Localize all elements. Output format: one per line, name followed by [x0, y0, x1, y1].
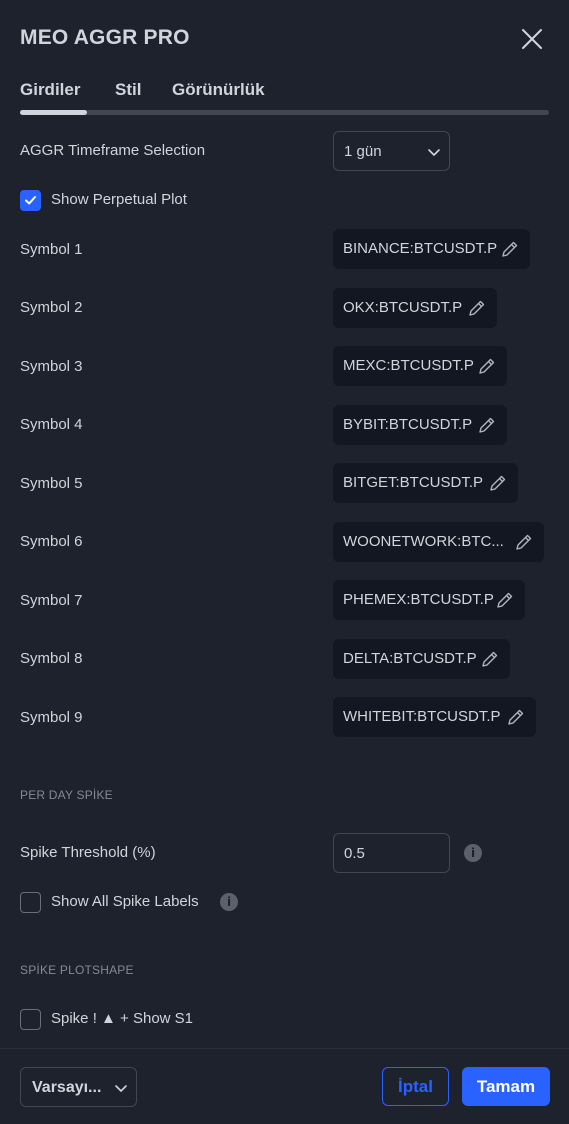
- checkmark-icon: [25, 196, 36, 205]
- pencil-icon[interactable]: [477, 356, 497, 376]
- timeframe-select[interactable]: 1 gün: [333, 131, 450, 171]
- symbol-5-field[interactable]: BITGET:BTCUSDT.P: [333, 463, 518, 503]
- pencil-icon[interactable]: [500, 239, 520, 259]
- tab-track: [20, 110, 549, 115]
- show-all-spike-labels-checkbox[interactable]: [20, 892, 41, 913]
- pencil-icon[interactable]: [467, 298, 487, 318]
- symbol-6-label: Symbol 6: [20, 533, 83, 550]
- tab-style[interactable]: Stil: [115, 80, 141, 100]
- symbol-4-label: Symbol 4: [20, 416, 83, 433]
- pencil-icon[interactable]: [514, 532, 534, 552]
- pencil-icon[interactable]: [495, 590, 515, 610]
- spike-threshold-label: Spike Threshold (%): [20, 844, 156, 861]
- symbol-9-value: WHITEBIT:BTCUSDT.P: [343, 708, 501, 725]
- ok-button[interactable]: Tamam: [462, 1067, 550, 1106]
- timeframe-value: 1 gün: [344, 143, 382, 160]
- symbol-2-field[interactable]: OKX:BTCUSDT.P: [333, 288, 497, 328]
- symbol-7-field[interactable]: PHEMEX:BTCUSDT.P: [333, 580, 525, 620]
- symbol-1-label: Symbol 1: [20, 241, 83, 258]
- chevron-down-icon: [428, 149, 440, 156]
- spike-threshold-input[interactable]: [333, 833, 450, 873]
- symbol-4-field[interactable]: BYBIT:BTCUSDT.P: [333, 405, 507, 445]
- tab-inputs[interactable]: Girdiler: [20, 80, 80, 100]
- symbol-7-label: Symbol 7: [20, 592, 83, 609]
- dialog-title: MEO AGGR PRO: [20, 26, 190, 49]
- close-icon[interactable]: [518, 25, 546, 53]
- symbol-3-value: MEXC:BTCUSDT.P: [343, 357, 474, 374]
- chevron-down-icon: [115, 1085, 127, 1092]
- symbol-9-field[interactable]: WHITEBIT:BTCUSDT.P: [333, 697, 536, 737]
- symbol-3-field[interactable]: MEXC:BTCUSDT.P: [333, 346, 507, 386]
- defaults-label: Varsayı...: [32, 1079, 102, 1096]
- pencil-icon[interactable]: [477, 415, 497, 435]
- symbol-3-label: Symbol 3: [20, 358, 83, 375]
- show-perpetual-label: Show Perpetual Plot: [51, 191, 187, 208]
- section-header-spike-plotshape: SPİKE PLOTSHAPE: [20, 963, 134, 977]
- spike-show-s1-checkbox[interactable]: [20, 1009, 41, 1030]
- symbol-2-value: OKX:BTCUSDT.P: [343, 299, 463, 316]
- symbol-9-label: Symbol 9: [20, 709, 83, 726]
- symbol-4-value: BYBIT:BTCUSDT.P: [343, 416, 473, 433]
- symbol-5-value: BITGET:BTCUSDT.P: [343, 474, 484, 491]
- cancel-button[interactable]: İptal: [382, 1067, 449, 1106]
- show-perpetual-checkbox[interactable]: [20, 190, 41, 211]
- tab-visibility[interactable]: Görünürlük: [172, 80, 265, 100]
- symbol-7-value: PHEMEX:BTCUSDT.P: [343, 591, 494, 608]
- symbol-8-value: DELTA:BTCUSDT.P: [343, 650, 477, 667]
- section-header-per-day-spike: PER DAY SPİKE: [20, 788, 113, 802]
- show-all-spike-labels-label: Show All Spike Labels: [51, 893, 199, 910]
- symbol-8-label: Symbol 8: [20, 650, 83, 667]
- symbol-8-field[interactable]: DELTA:BTCUSDT.P: [333, 639, 510, 679]
- indicator-settings-dialog: MEO AGGR PRO Girdiler Stil Görünürlük AG…: [0, 0, 569, 1124]
- footer-divider: [0, 1048, 569, 1049]
- timeframe-label: AGGR Timeframe Selection: [20, 142, 206, 159]
- info-icon[interactable]: i: [220, 893, 238, 911]
- symbol-1-value: BINANCE:BTCUSDT.P: [343, 240, 498, 257]
- pencil-icon[interactable]: [488, 473, 508, 493]
- symbol-1-field[interactable]: BINANCE:BTCUSDT.P: [333, 229, 530, 269]
- symbol-5-label: Symbol 5: [20, 475, 83, 492]
- close-button[interactable]: [518, 25, 546, 53]
- spike-show-s1-label: Spike ! ▲ + Show S1: [51, 1010, 194, 1027]
- pencil-icon[interactable]: [506, 707, 526, 727]
- active-tab-indicator: [20, 110, 87, 115]
- pencil-icon[interactable]: [480, 649, 500, 669]
- defaults-dropdown[interactable]: Varsayı...: [20, 1067, 137, 1107]
- symbol-2-label: Symbol 2: [20, 299, 83, 316]
- info-icon[interactable]: i: [464, 844, 482, 862]
- symbol-6-value: WOONETWORK:BTC...: [343, 533, 504, 550]
- symbol-6-field[interactable]: WOONETWORK:BTC...: [333, 522, 544, 562]
